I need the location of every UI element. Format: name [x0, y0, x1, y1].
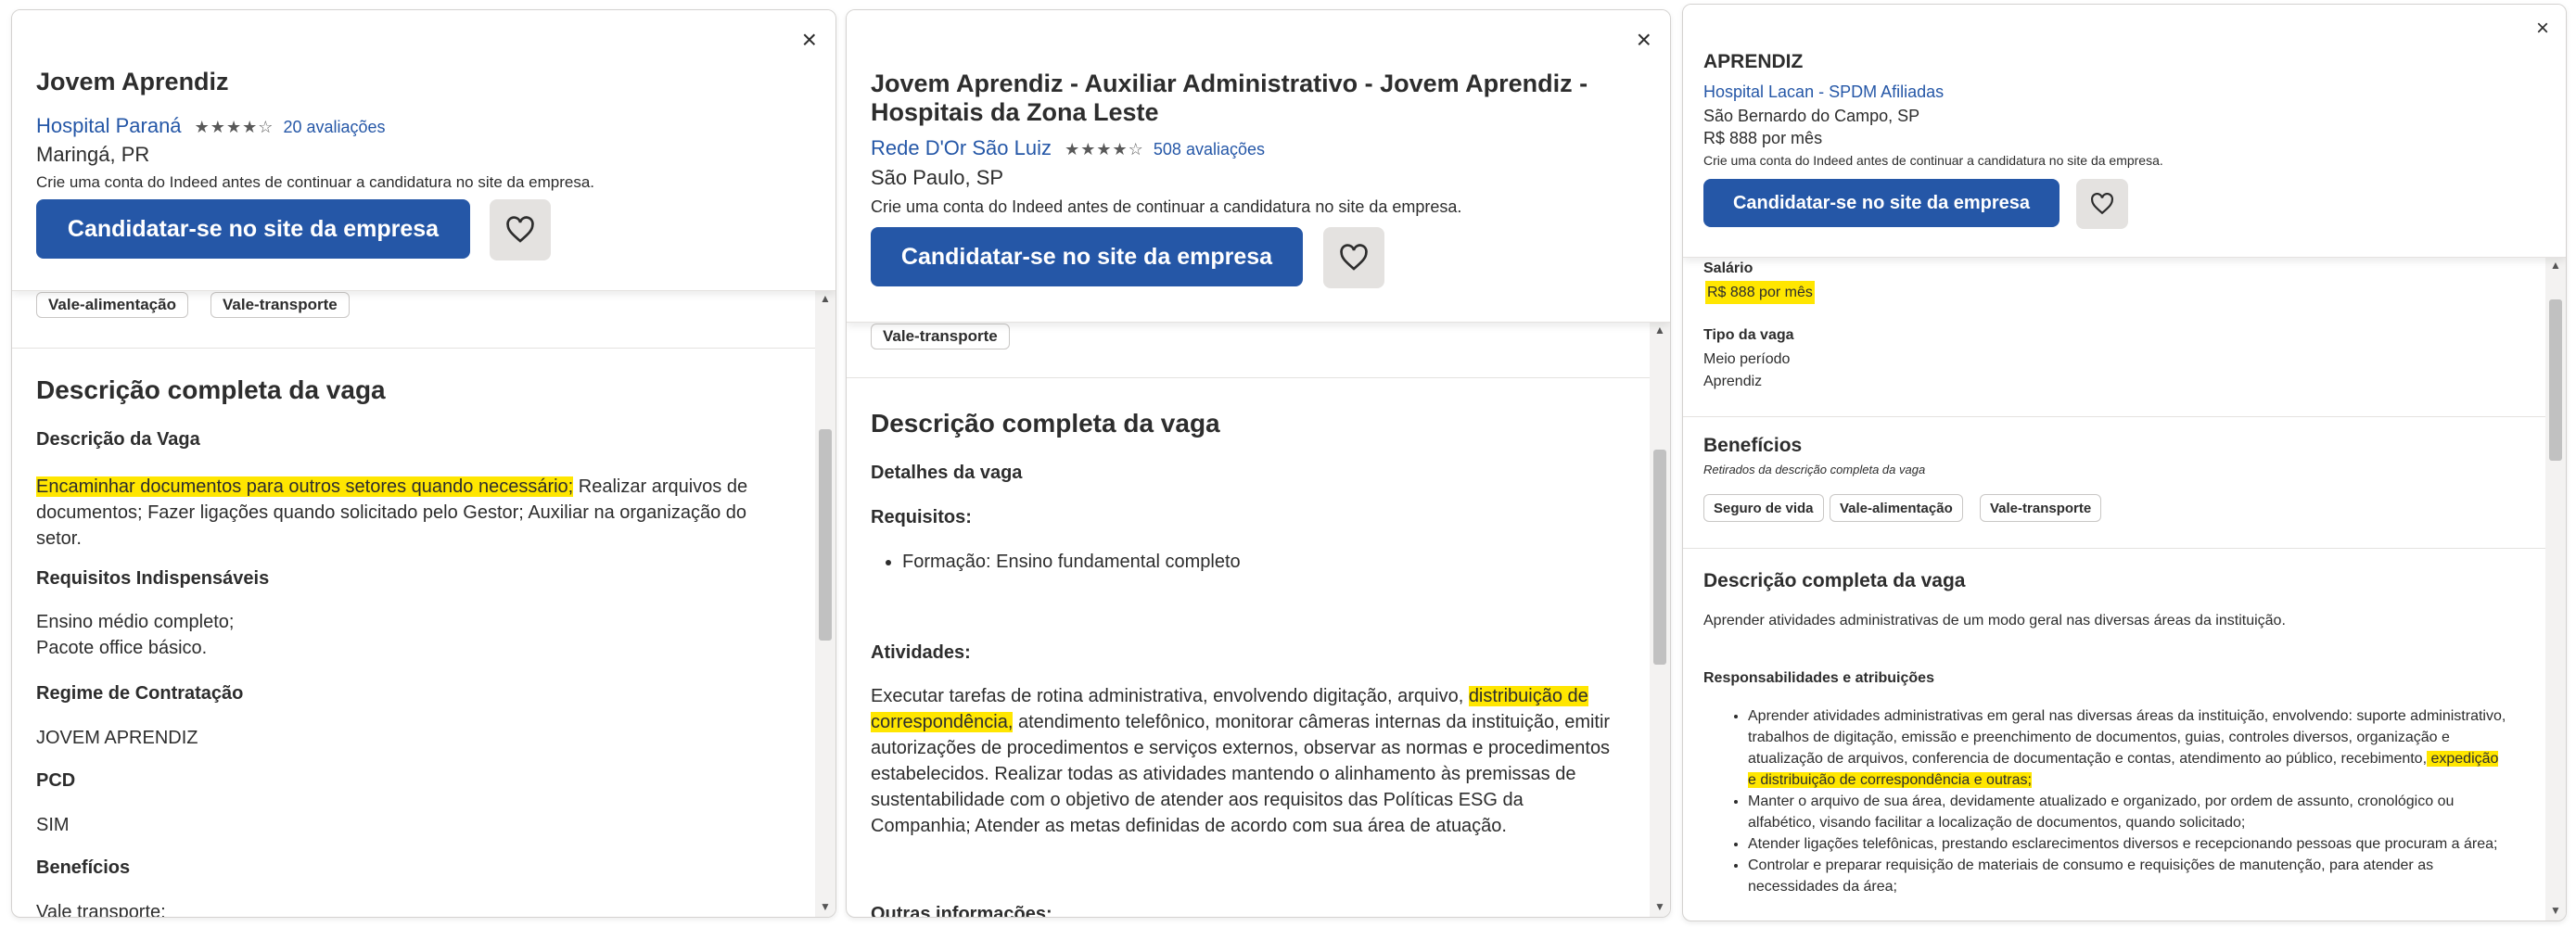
divider: [847, 377, 1650, 378]
job-header: × Jovem Aprendiz - Auxiliar Administrati…: [847, 10, 1670, 323]
job-title: APRENDIZ: [1703, 51, 1804, 72]
pcd-value: SIM: [36, 815, 70, 835]
requirements-heading: Requisitos Indispensáveis: [36, 568, 270, 589]
save-job-button[interactable]: [2076, 179, 2128, 229]
highlighted-text: Encaminhar documentos para outros setore…: [36, 476, 574, 497]
scroll-up-icon[interactable]: ▲: [1650, 324, 1670, 337]
salary-value: R$ 888 por mês: [1702, 279, 1818, 307]
benefits-heading: Benefícios: [1703, 435, 1803, 456]
scroll-down-icon[interactable]: ▼: [2545, 904, 2566, 917]
company-link[interactable]: Hospital Lacan - SPDM Afiliadas: [1703, 83, 1944, 102]
desc-text: Encaminhar documentos para outros setore…: [36, 476, 748, 549]
intro-text: Aprender atividades administrativas de u…: [1703, 613, 2286, 629]
requirement-line: Pacote office básico.: [36, 638, 208, 658]
salary-heading: Salário: [1703, 260, 1753, 276]
company-rating-row: Hospital Paraná ★★★★☆ 20 avaliações: [36, 114, 386, 138]
reviews-link[interactable]: 20 avaliações: [283, 118, 385, 136]
job-header: × APRENDIZ Hospital Lacan - SPDM Afiliad…: [1683, 5, 2566, 258]
benefit-chip: Seguro de vida: [1703, 494, 1824, 522]
company-link[interactable]: Hospital Paraná: [36, 114, 182, 137]
job-location: São Bernardo do Campo, SP: [1703, 107, 1920, 125]
job-location: São Paulo, SP: [871, 166, 1004, 189]
scrollbar[interactable]: ▲ ▼: [2545, 257, 2566, 921]
section-title: Descrição completa da vaga: [871, 409, 1220, 438]
divider: [1683, 548, 2545, 549]
close-icon[interactable]: ×: [802, 27, 817, 53]
responsibilities-list: Aprender atividades administrativas em g…: [1703, 705, 2508, 897]
section-title: Descrição completa da vaga: [36, 375, 386, 404]
apply-button[interactable]: Candidatar-se no site da empresa: [871, 227, 1303, 286]
benefit-chip: Vale-alimentação: [1830, 494, 1963, 522]
company-rating-row: Rede D'Or São Luiz ★★★★☆ 508 avaliações: [871, 136, 1265, 160]
job-location: Maringá, PR: [36, 143, 150, 166]
job-panel-1: × Jovem Aprendiz Hospital Paraná ★★★★☆ 2…: [11, 9, 836, 918]
benefits-value: Vale transporte;: [36, 902, 166, 917]
scroll-up-icon[interactable]: ▲: [2545, 259, 2566, 272]
indeed-notice: Crie uma conta do Indeed antes de contin…: [36, 173, 594, 191]
responsibilities-heading: Responsabilidades e atribuições: [1703, 670, 1934, 686]
indeed-notice: Crie uma conta do Indeed antes de contin…: [1703, 153, 2163, 168]
divider: [12, 348, 815, 349]
desc-heading: Descrição da Vaga: [36, 429, 200, 450]
job-title: Jovem Aprendiz - Auxiliar Administrativo…: [871, 70, 1588, 126]
scroll-down-icon[interactable]: ▼: [1650, 900, 1670, 913]
rating-stars-icon: ★★★★☆: [194, 118, 274, 136]
scroll-down-icon[interactable]: ▼: [815, 900, 835, 913]
regime-value: JOVEM APRENDIZ: [36, 728, 198, 748]
activities-text: Executar tarefas de rotina administrativ…: [871, 686, 1611, 836]
other-info-heading: Outras informações:: [871, 904, 1052, 917]
requirements-list: Formação: Ensino fundamental completo: [874, 552, 1241, 573]
heart-icon: [506, 216, 534, 243]
activities-heading: Atividades:: [871, 642, 971, 663]
section-title: Descrição completa da vaga: [1703, 570, 1966, 591]
save-job-button[interactable]: [1323, 227, 1384, 288]
benefit-chip: Vale-transporte: [210, 292, 350, 318]
job-type-value: Meio período: [1703, 351, 1791, 367]
benefit-chip: Vale-transporte: [1980, 494, 2102, 522]
job-type-heading: Tipo da vaga: [1703, 327, 1794, 343]
list-item: Controlar e preparar requisição de mater…: [1748, 855, 2508, 897]
list-item: Atender ligações telefônicas, prestando …: [1748, 833, 2508, 855]
job-header: × Jovem Aprendiz Hospital Paraná ★★★★☆ 2…: [12, 10, 835, 291]
reviews-link[interactable]: 508 avaliações: [1154, 140, 1265, 159]
job-panel-3: × APRENDIZ Hospital Lacan - SPDM Afiliad…: [1682, 4, 2567, 921]
highlighted-text: R$ 888 por mês: [1705, 281, 1815, 304]
list-item: Aprender atividades administrativas em g…: [1748, 705, 2508, 791]
job-panel-2: × Jovem Aprendiz - Auxiliar Administrati…: [846, 9, 1671, 918]
apply-button[interactable]: Candidatar-se no site da empresa: [36, 199, 470, 259]
scrollbar[interactable]: ▲ ▼: [815, 290, 835, 917]
company-link[interactable]: Rede D'Or São Luiz: [871, 136, 1052, 159]
heart-icon: [1340, 244, 1368, 271]
job-title: Jovem Aprendiz: [36, 68, 229, 95]
close-icon[interactable]: ×: [2536, 18, 2549, 40]
job-description-scroll[interactable]: Salário R$ 888 por mês Tipo da vaga Meio…: [1683, 257, 2566, 921]
list-item: Manter o arquivo de sua área, devidament…: [1748, 791, 2508, 833]
close-icon[interactable]: ×: [1637, 27, 1651, 53]
heart-icon: [2091, 193, 2113, 215]
indeed-notice: Crie uma conta do Indeed antes de contin…: [871, 197, 1462, 216]
benefits-heading: Benefícios: [36, 857, 131, 878]
benefit-chip: Vale-transporte: [871, 324, 1010, 349]
scrollbar[interactable]: ▲ ▼: [1650, 322, 1670, 917]
scrollbar-thumb[interactable]: [819, 429, 832, 641]
requirement-line: Ensino médio completo;: [36, 612, 235, 632]
header-salary: R$ 888 por mês: [1703, 129, 1823, 147]
job-description-scroll[interactable]: Vale-alimentação Vale-transporte Descriç…: [12, 290, 835, 917]
benefits-subtitle: Retirados da descrição completa da vaga: [1703, 463, 1926, 476]
divider: [1683, 416, 2545, 417]
benefit-chip: Vale-alimentação: [36, 292, 188, 318]
save-job-button[interactable]: [490, 199, 551, 260]
requirements-heading: Requisitos:: [871, 507, 972, 527]
job-description-scroll[interactable]: Vale-transporte Descrição completa da va…: [847, 322, 1670, 917]
scroll-up-icon[interactable]: ▲: [815, 292, 835, 305]
scrollbar-thumb[interactable]: [2549, 299, 2562, 461]
list-item: Formação: Ensino fundamental completo: [902, 552, 1241, 573]
details-heading: Detalhes da vaga: [871, 463, 1023, 483]
regime-heading: Regime de Contratação: [36, 683, 244, 704]
apply-button[interactable]: Candidatar-se no site da empresa: [1703, 179, 2060, 227]
scrollbar-thumb[interactable]: [1653, 450, 1666, 665]
rating-stars-icon: ★★★★☆: [1065, 140, 1144, 159]
job-type-value: Aprendiz: [1703, 374, 1763, 389]
pcd-heading: PCD: [36, 770, 76, 791]
